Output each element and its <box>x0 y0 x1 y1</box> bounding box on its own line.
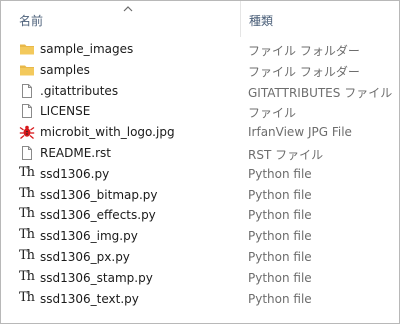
file-type: Python file <box>248 270 312 285</box>
file-type: Python file <box>248 208 312 223</box>
file-name: ssd1306_img.py <box>40 229 138 244</box>
file-type: GITATTRIBUTES ファイル <box>248 85 393 100</box>
file-type: IrfanView JPG File <box>248 125 352 140</box>
python-file-icon: Th <box>19 268 35 284</box>
column-header-type[interactable]: 種類 <box>249 12 273 29</box>
list-item[interactable]: LICENSE ファイル <box>1 101 399 122</box>
file-list: sample_images ファイル フォルダー samples ファイル フォ… <box>1 39 399 309</box>
file-type: Python file <box>248 291 312 306</box>
file-name: samples <box>40 62 90 77</box>
column-divider[interactable] <box>240 1 241 37</box>
list-item[interactable]: microbit_with_logo.jpg IrfanView JPG Fil… <box>1 122 399 143</box>
file-icon <box>19 103 35 119</box>
list-item[interactable]: .gitattributes GITATTRIBUTES ファイル <box>1 81 399 102</box>
file-type: Python file <box>248 229 312 244</box>
python-file-icon: Th <box>19 247 35 263</box>
python-file-icon: Th <box>19 227 35 243</box>
file-name: ssd1306_text.py <box>40 291 139 306</box>
list-item[interactable]: sample_images ファイル フォルダー <box>1 39 399 60</box>
list-item[interactable]: Th ssd1306_effects.py Python file <box>1 205 399 226</box>
file-type: ファイル フォルダー <box>248 64 360 79</box>
folder-icon <box>19 41 35 57</box>
list-item[interactable]: Th ssd1306_text.py Python file <box>1 289 399 310</box>
file-name: LICENSE <box>40 104 91 119</box>
list-item[interactable]: samples ファイル フォルダー <box>1 60 399 81</box>
python-file-icon: Th <box>19 185 35 201</box>
file-name: .gitattributes <box>40 83 119 98</box>
list-item[interactable]: Th ssd1306_img.py Python file <box>1 226 399 247</box>
column-header-name[interactable]: 名前 <box>19 12 43 29</box>
list-item[interactable]: Th ssd1306.py Python file <box>1 164 399 185</box>
file-type: RST ファイル <box>248 147 324 162</box>
file-name: microbit_with_logo.jpg <box>40 125 175 140</box>
python-file-icon: Th <box>19 206 35 222</box>
file-type: Python file <box>248 249 312 264</box>
file-name: ssd1306_effects.py <box>40 208 156 223</box>
column-header: 名前 種類 <box>1 1 399 37</box>
file-name: ssd1306.py <box>40 166 110 181</box>
file-name: ssd1306_px.py <box>40 249 130 264</box>
file-type: ファイル <box>248 106 297 121</box>
folder-icon <box>19 62 35 78</box>
file-type: Python file <box>248 166 312 181</box>
python-file-icon: Th <box>19 164 35 180</box>
list-item[interactable]: Th ssd1306_stamp.py Python file <box>1 268 399 289</box>
list-item[interactable]: README.rst RST ファイル <box>1 143 399 164</box>
irfanview-icon <box>19 124 35 140</box>
list-item[interactable]: Th ssd1306_bitmap.py Python file <box>1 185 399 206</box>
list-item[interactable]: Th ssd1306_px.py Python file <box>1 247 399 268</box>
file-icon <box>19 145 35 161</box>
file-type: Python file <box>248 187 312 202</box>
file-icon <box>19 83 35 99</box>
file-name: ssd1306_stamp.py <box>40 270 153 285</box>
file-name: README.rst <box>40 145 112 160</box>
file-name: ssd1306_bitmap.py <box>40 187 158 202</box>
sort-ascending-icon[interactable] <box>122 4 134 14</box>
file-name: sample_images <box>40 42 134 56</box>
file-explorer-list: 名前 種類 sample_images ファイル フォルダー samples フ… <box>0 0 400 324</box>
python-file-icon: Th <box>19 289 35 305</box>
file-type: ファイル フォルダー <box>248 44 360 58</box>
